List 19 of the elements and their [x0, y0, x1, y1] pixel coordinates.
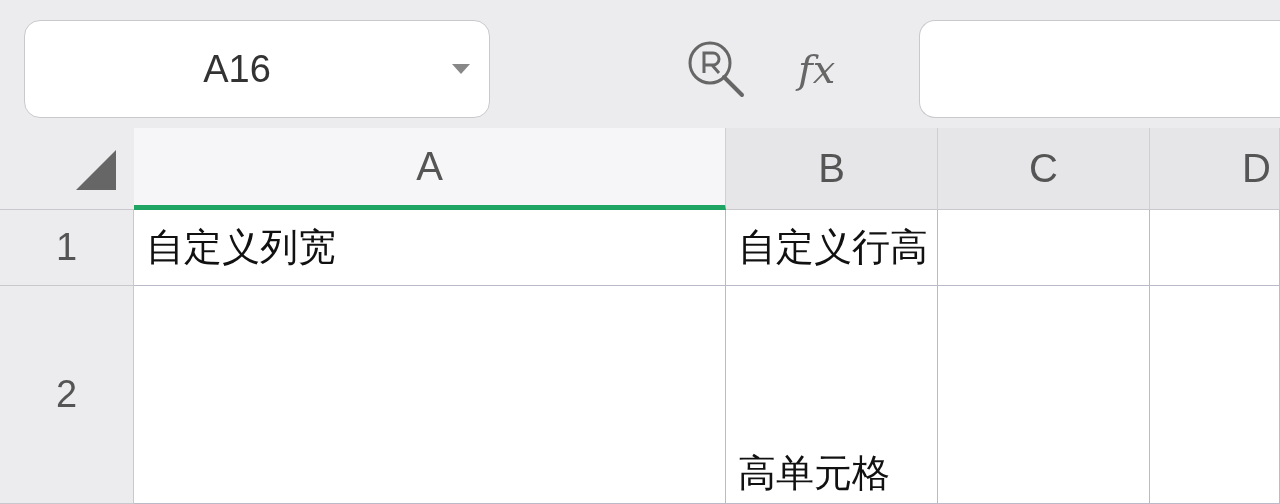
- column-header[interactable]: A: [134, 128, 726, 210]
- table-cell[interactable]: 自定义列宽: [134, 210, 726, 286]
- caret-icon[interactable]: [451, 63, 471, 75]
- table-cell[interactable]: [938, 286, 1150, 504]
- table-cell[interactable]: [134, 286, 726, 504]
- table-cell[interactable]: [1150, 286, 1280, 504]
- search-icon[interactable]: [686, 39, 746, 99]
- name-box[interactable]: A16: [24, 20, 490, 118]
- row-header[interactable]: 2: [0, 286, 134, 504]
- table-cell[interactable]: 自定义行高: [726, 210, 938, 286]
- formula-field[interactable]: [919, 20, 1280, 118]
- table-cell[interactable]: 高单元格: [726, 286, 938, 504]
- column-header[interactable]: C: [938, 128, 1150, 210]
- column-header[interactable]: B: [726, 128, 938, 210]
- row-header[interactable]: 1: [0, 210, 134, 286]
- table-cell[interactable]: [1150, 210, 1280, 286]
- table-cell[interactable]: [938, 210, 1150, 286]
- select-all-icon[interactable]: [76, 150, 116, 190]
- column-header[interactable]: D: [1150, 128, 1280, 210]
